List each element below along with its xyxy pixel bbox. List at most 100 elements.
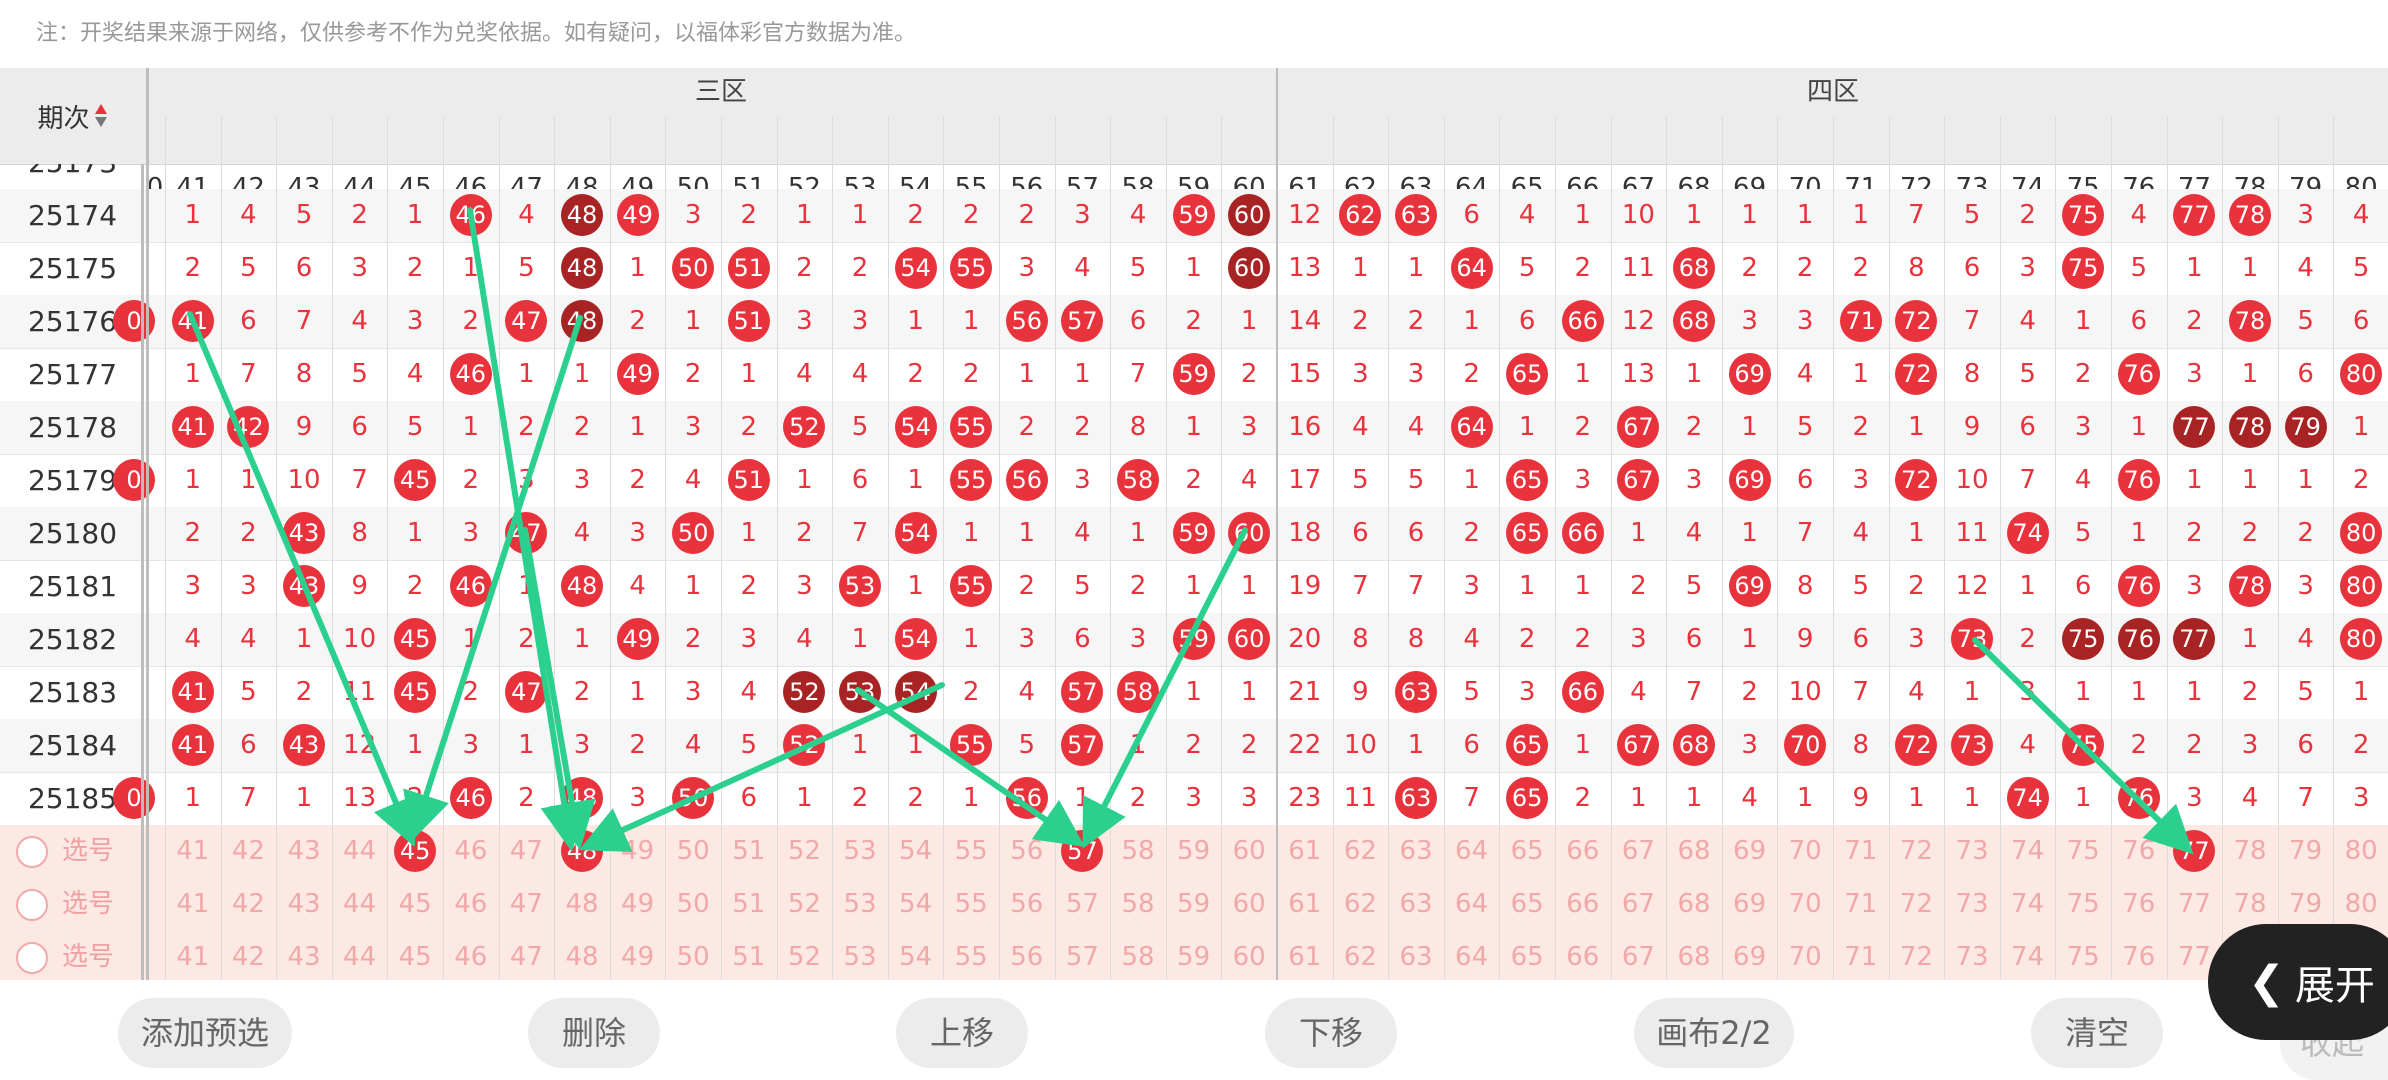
pick-number-option[interactable]: 59 (1166, 825, 1222, 878)
pick-number-option[interactable]: 75 (2055, 825, 2111, 878)
pick-number-option[interactable]: 69 (1722, 931, 1778, 980)
pick-number-option[interactable]: 61 (1277, 878, 1333, 931)
pick-number-option[interactable]: 55 (943, 825, 999, 878)
picked-number-ball[interactable]: 48 (561, 830, 603, 872)
pick-number-option[interactable]: 42 (221, 878, 277, 931)
pick-number-option[interactable]: 74 (2000, 825, 2056, 878)
pick-number-option[interactable]: 53 (832, 931, 888, 980)
pick-number-option[interactable]: 49 (610, 825, 666, 878)
pick-number-option[interactable]: 72 (1889, 825, 1945, 878)
pick-number-option[interactable]: 49 (610, 931, 666, 980)
pick-number-option[interactable]: 49 (610, 878, 666, 931)
delete-button[interactable]: 删除 (528, 998, 660, 1068)
pick-number-option[interactable]: 45 (387, 931, 443, 980)
pick-number-option[interactable]: 65 (1499, 878, 1555, 931)
pick-number-option[interactable]: 56 (999, 825, 1055, 878)
pick-number-option[interactable]: 69 (1722, 825, 1778, 878)
pick-number-option[interactable]: 44 (332, 825, 388, 878)
pick-number-option[interactable]: 72 (1889, 878, 1945, 931)
pick-number-option[interactable]: 57 (1055, 878, 1111, 931)
pick-number-option[interactable]: 76 (2111, 878, 2167, 931)
sort-icon[interactable] (94, 102, 108, 130)
pick-number-option[interactable]: 70 (1777, 931, 1833, 980)
pick-number-option[interactable]: 70 (1777, 878, 1833, 931)
canvas-page-button[interactable]: 画布2/2 (1634, 998, 1794, 1068)
pick-row-label[interactable]: 选号 (16, 878, 114, 931)
pick-number-option[interactable]: 58 (1110, 931, 1166, 980)
picked-number-ball[interactable]: 57 (1061, 830, 1104, 872)
move-down-button[interactable]: 下移 (1265, 998, 1397, 1068)
trend-chart-grid[interactable]: 三区 四区 0 41 42 43 44 45 46 47 48 49 50 51 52 53 54 55 56 57… (0, 68, 2388, 980)
pick-number-option[interactable]: 80 (2333, 825, 2388, 878)
pick-number-option[interactable]: 62 (1333, 931, 1389, 980)
pick-number-option[interactable]: 54 (888, 931, 944, 980)
pick-number-option[interactable]: 74 (2000, 878, 2056, 931)
pick-number-option[interactable]: 66 (1555, 931, 1611, 980)
pick-number-option[interactable]: 71 (1833, 931, 1889, 980)
period-column-header[interactable]: 期次 (0, 68, 145, 164)
pick-number-option[interactable]: 50 (665, 878, 721, 931)
pick-number-option[interactable]: 68 (1666, 825, 1722, 878)
pick-number-option[interactable]: 73 (1944, 878, 2000, 931)
pick-number-option[interactable]: 43 (276, 931, 332, 980)
pick-number-option[interactable]: 61 (1277, 825, 1333, 878)
pick-number-option[interactable]: 41 (165, 825, 221, 878)
pick-number-option[interactable]: 50 (665, 931, 721, 980)
pick-number-option[interactable]: 69 (1722, 878, 1778, 931)
pick-number-option[interactable]: 61 (1277, 931, 1333, 980)
pick-number-option[interactable]: 54 (888, 825, 944, 878)
pick-number-option[interactable]: 53 (832, 878, 888, 931)
pick-number-option[interactable]: 75 (2055, 878, 2111, 931)
pick-number-option[interactable]: 70 (1777, 825, 1833, 878)
pick-number-option[interactable]: 51 (721, 825, 777, 878)
pick-number-option[interactable]: 62 (1333, 878, 1389, 931)
pick-number-option[interactable]: 65 (1499, 825, 1555, 878)
pick-number-option[interactable]: 68 (1666, 878, 1722, 931)
picked-number-ball[interactable]: 45 (394, 830, 437, 872)
pick-number-option[interactable]: 63 (1388, 878, 1444, 931)
pick-number-option[interactable]: 63 (1388, 825, 1444, 878)
pick-number-option[interactable]: 66 (1555, 825, 1611, 878)
pick-number-option[interactable]: 59 (1166, 878, 1222, 931)
pick-number-option[interactable]: 45 (387, 878, 443, 931)
pick-number-option[interactable]: 44 (332, 931, 388, 980)
pick-number-option[interactable]: 74 (2000, 931, 2056, 980)
pick-number-option[interactable]: 46 (443, 878, 499, 931)
pick-number-option[interactable]: 52 (777, 878, 833, 931)
pick-number-option[interactable]: 53 (832, 825, 888, 878)
radio-icon[interactable] (16, 888, 48, 921)
pick-row[interactable]: 选号 41 42 43 44 45 46 47 48 49 50 51 52 53 54 55 56 57 58 59… (0, 878, 2388, 932)
pick-number-option[interactable]: 58 (1110, 825, 1166, 878)
pick-row[interactable]: 选号 41 42 43 44 45 46 47 48 49 50 51 52 53 54 55 56 57 58 59… (0, 931, 2388, 980)
pick-number-option[interactable]: 55 (943, 931, 999, 980)
pick-number-option[interactable]: 71 (1833, 878, 1889, 931)
pick-number-option[interactable]: 42 (221, 931, 277, 980)
pick-number-option[interactable]: 52 (777, 931, 833, 980)
pick-number-option[interactable]: 56 (999, 878, 1055, 931)
pick-number-option[interactable]: 47 (499, 931, 555, 980)
pick-number-option[interactable]: 56 (999, 931, 1055, 980)
pick-number-option[interactable]: 43 (276, 825, 332, 878)
pick-number-option[interactable]: 67 (1611, 825, 1667, 878)
pick-row-label[interactable]: 选号 (16, 825, 114, 878)
radio-icon[interactable] (16, 835, 48, 868)
pick-number-option[interactable]: 41 (165, 931, 221, 980)
pick-number-option[interactable]: 52 (777, 825, 833, 878)
pick-number-option[interactable]: 60 (1221, 931, 1277, 980)
pick-number-option[interactable]: 41 (165, 878, 221, 931)
pick-number-option[interactable]: 66 (1555, 878, 1611, 931)
pick-number-option[interactable]: 59 (1166, 931, 1222, 980)
pick-number-option[interactable]: 47 (499, 825, 555, 878)
pick-number-option[interactable]: 51 (721, 878, 777, 931)
pick-number-option[interactable]: 46 (443, 825, 499, 878)
pick-number-option[interactable]: 50 (665, 825, 721, 878)
pick-number-option[interactable]: 43 (276, 878, 332, 931)
picked-number-ball[interactable]: 77 (2173, 830, 2216, 872)
pick-row-label[interactable]: 选号 (16, 931, 114, 980)
pick-number-option[interactable]: 55 (943, 878, 999, 931)
pick-number-option[interactable]: 76 (2111, 825, 2167, 878)
radio-icon[interactable] (16, 941, 48, 974)
pick-number-option[interactable]: 64 (1444, 825, 1500, 878)
pick-number-option[interactable]: 73 (1944, 825, 2000, 878)
pick-number-option[interactable]: 46 (443, 931, 499, 980)
